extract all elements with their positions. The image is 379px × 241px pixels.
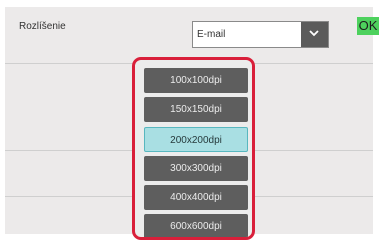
chevron-down-icon [309, 30, 319, 37]
resolution-list: 100x100dpi 150x150dpi 200x200dpi 300x300… [132, 57, 255, 240]
ok-button[interactable]: OK [357, 17, 379, 35]
option-100x100dpi[interactable]: 100x100dpi [144, 68, 248, 93]
option-600x600dpi[interactable]: 600x600dpi [144, 214, 248, 237]
mode-select-button[interactable] [301, 22, 328, 47]
option-150x150dpi[interactable]: 150x150dpi [144, 97, 248, 122]
mode-select-value: E-mail [197, 29, 226, 40]
option-300x300dpi[interactable]: 300x300dpi [144, 156, 248, 181]
page-title: Rozlíšenie [19, 21, 66, 32]
mode-select[interactable]: E-mail [192, 21, 329, 48]
option-400x400dpi[interactable]: 400x400dpi [144, 185, 248, 210]
settings-window: Rozlíšenie E-mail OK 100x100dpi 150x150d… [0, 0, 379, 241]
option-200x200dpi[interactable]: 200x200dpi [144, 127, 248, 152]
